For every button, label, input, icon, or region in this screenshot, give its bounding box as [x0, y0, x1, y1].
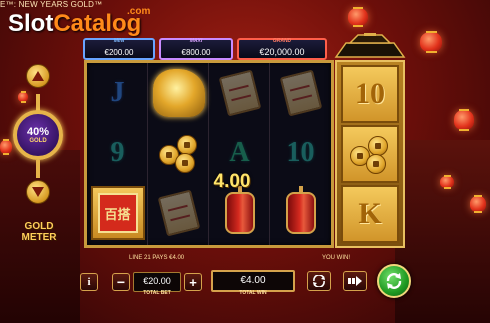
wild-box-text: 百搭 [97, 193, 138, 233]
golden-frog-icon [152, 69, 205, 117]
scroll-icon [218, 69, 261, 117]
symbol-letter-j: J [87, 63, 148, 123]
jackpot-maxi: MAXI €800.00 [159, 38, 233, 60]
logo-slot: Slot [8, 10, 54, 37]
meter-up-button[interactable] [26, 64, 50, 88]
letter-10: 10 [286, 137, 315, 168]
meter-down-button[interactable] [26, 180, 50, 204]
symbol-scroll [270, 63, 331, 123]
scroll-icon [279, 69, 322, 117]
scroll-icon [157, 189, 200, 237]
symbol-scroll [209, 63, 270, 123]
total-bet-caption: TOTAL BET [143, 290, 171, 296]
jackpot-grand: GRAND €20,000.00 [237, 38, 327, 60]
gold-meter-gold-label: GOLD [29, 137, 47, 144]
spin-icon [386, 273, 402, 289]
symbol-letter-9: 9 [87, 123, 148, 183]
gold-symbol-coins [341, 125, 399, 183]
letter-a: A [229, 137, 250, 168]
meter-spike-bottom [36, 160, 40, 178]
jackpot-mini-value: €200.00 [104, 48, 134, 57]
gold-meter-percent: 40% [26, 125, 50, 138]
total-bet-value: €20.00 [133, 272, 181, 292]
letter-j: J [110, 77, 125, 108]
lantern-decoration [420, 31, 442, 53]
lantern-decoration [440, 175, 454, 189]
gold-meter: 40% GOLD [13, 110, 63, 160]
bet-increase-button[interactable]: + [184, 273, 202, 291]
logo-com: .com [127, 6, 151, 17]
jackpot-maxi-value: €800.00 [181, 48, 211, 57]
lantern-decoration [0, 139, 12, 155]
letter-9: 9 [110, 137, 125, 168]
background-house-right [395, 140, 490, 323]
jackpot-mini: MINI €200.00 [83, 38, 155, 60]
lantern-decoration [348, 7, 368, 27]
total-win-value: €4.00 [211, 270, 295, 292]
symbol-firecracker [270, 183, 331, 243]
symbol-golden-frog [148, 63, 209, 123]
gold-coins-icon [348, 132, 392, 176]
gold-coins-icon [157, 131, 201, 175]
down-arrow-icon [32, 187, 44, 197]
win-amount: 4.00 [213, 171, 251, 192]
up-arrow-icon [32, 71, 44, 81]
reel-3: A [209, 63, 270, 245]
symbol-gold-box: 百搭 [87, 183, 148, 243]
spin-button[interactable] [377, 264, 411, 298]
bet-decrease-button[interactable]: − [112, 273, 130, 291]
jackpot-grand-label: GRAND [272, 38, 292, 44]
turbo-button[interactable] [343, 271, 367, 291]
firecracker-icon [224, 186, 255, 234]
gold-meter-caption: GOLD METER [21, 221, 57, 243]
reel-grid: J 9 百搭 A 10 4.00 [84, 60, 334, 248]
gold-symbol-k: K [341, 185, 399, 243]
gold-symbol-10-text: 10 [355, 77, 385, 110]
gold-reel-panel: 10 K [335, 60, 405, 248]
firecracker-icon [285, 186, 316, 234]
reel-2 [148, 63, 209, 245]
symbol-letter-10: 10 [270, 123, 331, 183]
site-logo[interactable]: SlotCatalog [8, 10, 141, 38]
info-button[interactable]: i [80, 273, 98, 291]
jackpot-maxi-label: MAXI [189, 38, 203, 44]
gold-symbol-10: 10 [341, 65, 399, 123]
total-win-caption: TOTAL WIN [239, 290, 267, 296]
jackpot-grand-value: €20,000.00 [259, 47, 305, 57]
lantern-decoration [18, 91, 28, 103]
reel-4: 10 [270, 63, 331, 245]
game-title: E™: NEW YEARS GOLD™ [0, 0, 103, 9]
turbo-icon [348, 276, 362, 286]
pagoda-roof-icon [334, 33, 406, 58]
reel-1: J 9 百搭 [87, 63, 148, 245]
autoplay-button[interactable] [307, 271, 331, 291]
wild-box-icon: 百搭 [90, 186, 145, 240]
lantern-decoration [470, 195, 486, 213]
jackpot-mini-label: MINI [113, 38, 125, 44]
you-win-label: YOU WIN! [322, 255, 350, 261]
line-pay-info: LINE 21 PAYS €4.00 [129, 255, 185, 261]
gold-symbol-k-text: K [358, 197, 382, 230]
lantern-decoration [454, 109, 474, 131]
autoplay-icon [313, 275, 325, 287]
